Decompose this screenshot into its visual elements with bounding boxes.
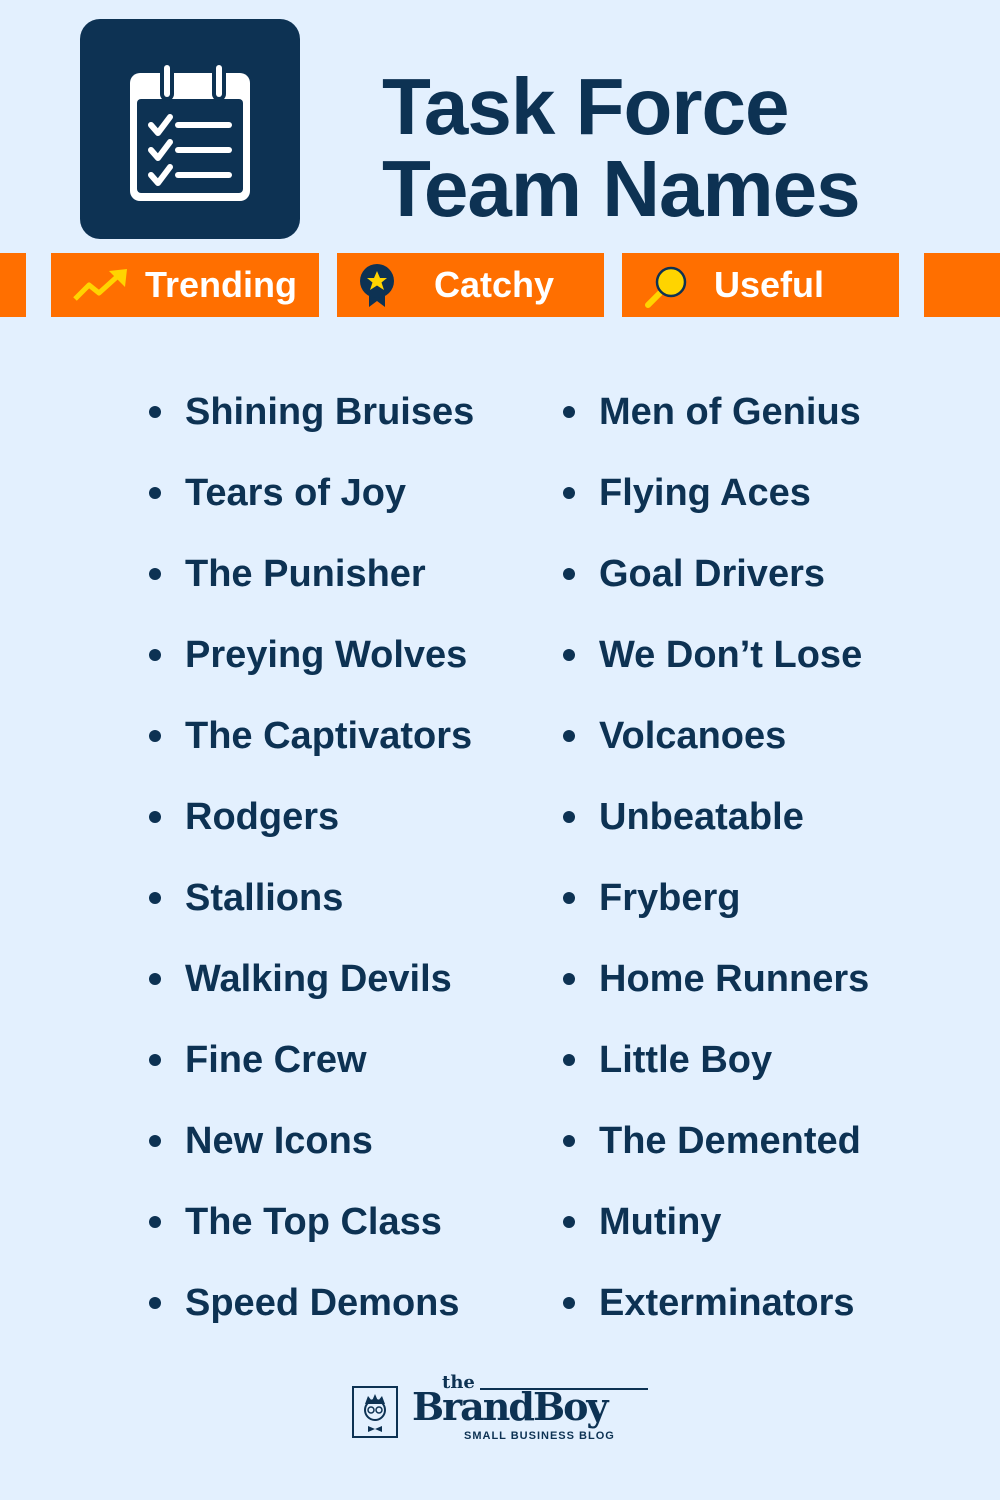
tag-useful-label: Useful <box>714 264 825 305</box>
team-name: Volcanoes <box>599 715 787 757</box>
team-name: Stallions <box>185 877 344 919</box>
list-item: Tears of Joy <box>149 468 474 549</box>
list-item: We Don’t Lose <box>563 630 869 711</box>
list-item: Volcanoes <box>563 711 869 792</box>
list-item: Shining Bruises <box>149 387 474 468</box>
names-list-right: Men of Genius Flying Aces Goal Drivers We D… <box>563 387 869 1359</box>
bullet-icon <box>149 568 161 580</box>
list-item: Unbeatable <box>563 792 869 873</box>
trending-up-icon <box>73 269 127 301</box>
bullet-icon <box>149 811 161 823</box>
team-name: The Captivators <box>185 715 473 757</box>
bullet-icon <box>563 1135 575 1147</box>
team-name: Walking Devils <box>185 958 452 1000</box>
tag-trending: Trending <box>51 253 319 317</box>
list-item: Fryberg <box>563 873 869 954</box>
calendar-checklist-icon <box>130 61 250 201</box>
list-item: Preying Wolves <box>149 630 474 711</box>
bullet-icon <box>149 892 161 904</box>
team-name: Flying Aces <box>599 472 811 514</box>
list-item: Fine Crew <box>149 1035 474 1116</box>
list-item: Little Boy <box>563 1035 869 1116</box>
team-name: Shining Bruises <box>185 391 475 433</box>
list-item: The Captivators <box>149 711 474 792</box>
list-item: Walking Devils <box>149 954 474 1035</box>
brand-tagline: SMALL BUSINESS BLOG <box>464 1430 615 1442</box>
list-item: Stallions <box>149 873 474 954</box>
list-item: Goal Drivers <box>563 549 869 630</box>
bullet-icon <box>149 1297 161 1309</box>
bullet-icon <box>149 649 161 661</box>
brandboy-logo: the BrandBoy SMALL BUSINESS BLOG <box>352 1372 652 1444</box>
team-name: Mutiny <box>599 1201 722 1243</box>
bullet-icon <box>149 1135 161 1147</box>
team-name: Unbeatable <box>599 796 804 838</box>
team-name: The Demented <box>599 1120 861 1162</box>
team-name: Fine Crew <box>185 1039 367 1081</box>
team-name: Little Boy <box>599 1039 773 1081</box>
magnifier-icon <box>645 266 687 308</box>
list-item: Exterminators <box>563 1278 869 1359</box>
list-item: The Punisher <box>149 549 474 630</box>
tag-bar-right-edge <box>924 253 1000 317</box>
bullet-icon <box>563 406 575 418</box>
list-item: Rodgers <box>149 792 474 873</box>
team-name: Men of Genius <box>599 391 861 433</box>
tag-catchy: Catchy <box>337 253 604 317</box>
team-name: Rodgers <box>185 796 340 838</box>
team-name: Fryberg <box>599 877 741 919</box>
team-name: The Punisher <box>185 553 426 595</box>
bullet-icon <box>563 973 575 985</box>
bullet-icon <box>563 730 575 742</box>
bullet-icon <box>149 487 161 499</box>
team-name: Goal Drivers <box>599 553 825 595</box>
team-name: Home Runners <box>599 958 870 1000</box>
bullet-icon <box>563 487 575 499</box>
list-item: Mutiny <box>563 1197 869 1278</box>
brand-name: BrandBoy <box>412 1384 609 1429</box>
bullet-icon <box>563 649 575 661</box>
names-list-left: Shining Bruises Tears of Joy The Punisher P… <box>149 387 474 1359</box>
team-name: Tears of Joy <box>185 472 407 514</box>
page-title-line-1: Task Force <box>382 62 789 151</box>
bullet-icon <box>149 1216 161 1228</box>
page-title: Task Force Team Names <box>382 62 861 233</box>
list-item: Flying Aces <box>563 468 869 549</box>
list-item: The Demented <box>563 1116 869 1197</box>
bullet-icon <box>149 730 161 742</box>
award-badge-icon <box>360 264 394 307</box>
tag-bar-left-edge <box>0 253 26 317</box>
bullet-icon <box>563 811 575 823</box>
team-name: New Icons <box>185 1120 373 1162</box>
bullet-icon <box>563 1216 575 1228</box>
tag-trending-label: Trending <box>145 264 297 305</box>
bullet-icon <box>563 568 575 580</box>
page-title-line-2: Team Names <box>382 144 861 233</box>
list-item: The Top Class <box>149 1197 474 1278</box>
tag-useful: Useful <box>622 253 899 317</box>
list-item: Speed Demons <box>149 1278 474 1359</box>
bullet-icon <box>149 406 161 418</box>
list-item: Home Runners <box>563 954 869 1035</box>
brandboy-mascot-icon <box>352 1386 398 1438</box>
list-item: Men of Genius <box>563 387 869 468</box>
team-name: Speed Demons <box>185 1282 460 1324</box>
team-name: We Don’t Lose <box>599 634 863 676</box>
team-name: Exterminators <box>599 1282 855 1324</box>
bullet-icon <box>563 892 575 904</box>
team-name: Preying Wolves <box>185 634 468 676</box>
bullet-icon <box>563 1297 575 1309</box>
bullet-icon <box>563 1054 575 1066</box>
calendar-checklist-logo <box>80 19 300 239</box>
team-name: The Top Class <box>185 1201 442 1243</box>
bullet-icon <box>149 973 161 985</box>
tag-catchy-label: Catchy <box>434 264 555 305</box>
bullet-icon <box>149 1054 161 1066</box>
list-item: New Icons <box>149 1116 474 1197</box>
